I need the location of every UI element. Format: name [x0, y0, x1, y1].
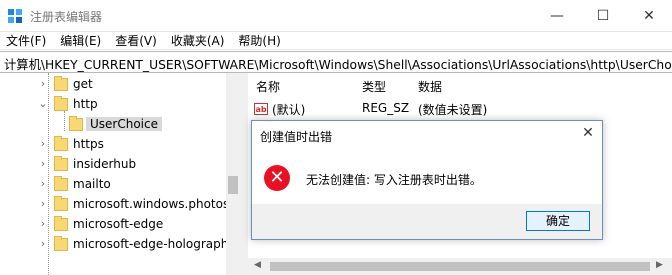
pane-splitter[interactable]: [240, 73, 248, 275]
error-icon: ✕: [264, 165, 290, 191]
tree-item-label: insiderhub: [73, 157, 137, 171]
scroll-right-icon[interactable]: ▶: [656, 260, 663, 270]
scrollbar-thumb[interactable]: [270, 262, 650, 271]
tree-item-label: microsoft-edge: [73, 217, 164, 231]
chevron-right-icon[interactable]: ›: [37, 217, 49, 230]
chevron-right-icon[interactable]: ›: [37, 77, 49, 90]
regedit-app-icon: [8, 9, 22, 23]
value-type: REG_SZ: [362, 101, 410, 115]
tree-item-userchoice[interactable]: UserChoice: [0, 115, 240, 134]
minimize-button[interactable]: —: [534, 0, 580, 31]
tree-item-insiderhub[interactable]: › insiderhub: [0, 155, 240, 174]
tree-item-label: microsoft-edge-holographi: [73, 237, 232, 251]
folder-icon: [54, 96, 68, 111]
menu-edit[interactable]: 编辑(E): [60, 32, 101, 49]
column-header-name[interactable]: 名称: [256, 78, 280, 95]
title-bar: 注册表编辑器 — ☐ ✕: [0, 0, 672, 32]
scrollbar-thumb[interactable]: [228, 176, 238, 194]
column-header-data[interactable]: 数据: [418, 78, 442, 95]
string-value-icon: ab: [254, 103, 268, 115]
scroll-left-icon[interactable]: ◀: [254, 260, 261, 270]
tree-item-label: UserChoice: [86, 117, 162, 131]
tree-vertical-scrollbar[interactable]: [226, 73, 240, 275]
dialog-footer: 确定: [252, 204, 602, 239]
folder-icon: [54, 216, 68, 231]
tree-item-mailto[interactable]: › mailto: [0, 175, 240, 194]
address-bar[interactable]: 计算机\HKEY_CURRENT_USER\SOFTWARE\Microsoft…: [0, 51, 672, 73]
folder-icon: [69, 116, 83, 131]
value-data: (数值未设置): [418, 103, 488, 117]
chevron-right-icon[interactable]: ›: [37, 177, 49, 190]
tree-item-microsoft-edge-holographic[interactable]: › microsoft-edge-holographi: [0, 235, 240, 254]
menu-help[interactable]: 帮助(H): [238, 32, 280, 49]
chevron-right-icon[interactable]: ›: [37, 157, 49, 170]
folder-icon: [54, 136, 68, 151]
folder-icon: [54, 156, 68, 171]
values-horizontal-scrollbar[interactable]: ◀ ▶: [248, 258, 672, 275]
tree-item-label: mailto: [73, 177, 111, 191]
registry-tree: › get ⌄ http UserChoice › https › inside…: [0, 73, 240, 275]
tree-item-http[interactable]: ⌄ http: [0, 95, 240, 114]
ok-button[interactable]: 确定: [526, 211, 590, 231]
chevron-down-icon[interactable]: ⌄: [37, 97, 49, 110]
chevron-right-icon[interactable]: ›: [37, 197, 49, 210]
tree-item-label: microsoft.windows.photos: [73, 197, 230, 211]
tree-item-label: http: [73, 97, 98, 111]
tree-item-label: https: [73, 137, 104, 151]
chevron-right-icon[interactable]: ›: [37, 137, 49, 150]
dialog-close-button[interactable]: ✕: [580, 125, 596, 141]
menu-bar: 文件(F) 编辑(E) 查看(V) 收藏夹(A) 帮助(H): [0, 31, 672, 50]
folder-icon: [54, 176, 68, 191]
tree-item-microsoft-edge[interactable]: › microsoft-edge: [0, 215, 240, 234]
maximize-button[interactable]: ☐: [580, 0, 626, 31]
menu-view[interactable]: 查看(V): [115, 32, 157, 49]
menu-file[interactable]: 文件(F): [6, 32, 46, 49]
tree-item-https[interactable]: › https: [0, 135, 240, 154]
folder-icon: [54, 196, 68, 211]
tree-item-label: get: [73, 77, 93, 91]
column-header-type[interactable]: 类型: [362, 78, 386, 95]
dialog-title: 创建值时出错: [260, 130, 333, 144]
folder-icon: [54, 76, 68, 91]
error-dialog: 创建值时出错 ✕ ✕ 无法创建值: 写入注册表时出错。 确定: [251, 120, 603, 240]
error-message: 无法创建值: 写入注册表时出错。: [306, 173, 482, 187]
menu-favorites[interactable]: 收藏夹(A): [171, 32, 225, 49]
chevron-right-icon[interactable]: ›: [37, 237, 49, 250]
folder-icon: [54, 236, 68, 251]
tree-item-get[interactable]: › get: [0, 75, 240, 94]
value-name[interactable]: (默认): [272, 101, 305, 118]
close-button[interactable]: ✕: [626, 0, 672, 31]
tree-item-microsoft-windows-photos[interactable]: › microsoft.windows.photos: [0, 195, 240, 214]
window-title: 注册表编辑器: [30, 10, 103, 24]
